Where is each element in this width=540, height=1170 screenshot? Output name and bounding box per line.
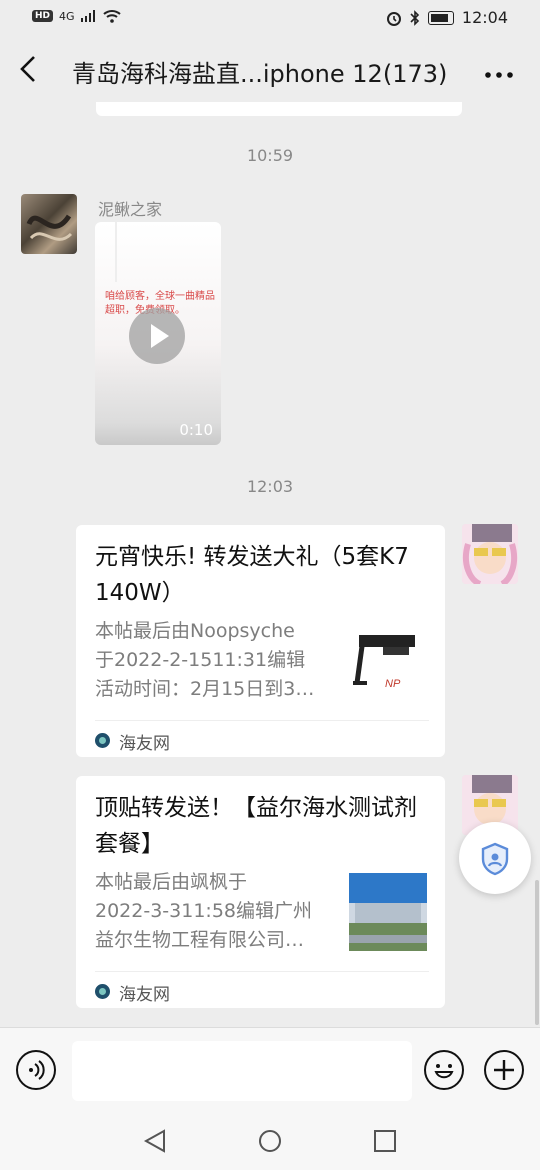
card-source: 海友网 <box>95 971 429 1008</box>
scrollbar[interactable] <box>535 880 539 1025</box>
bluetooth-icon <box>410 9 420 26</box>
security-float-button[interactable] <box>459 822 531 894</box>
back-button[interactable] <box>18 54 38 95</box>
source-icon <box>95 733 110 748</box>
card-description-line: 本帖最后由Noopsyche <box>95 620 295 642</box>
alarm-icon <box>386 11 401 26</box>
nav-recents-icon[interactable] <box>372 1128 398 1154</box>
shield-icon <box>481 842 509 876</box>
chevron-left-icon <box>20 56 35 82</box>
avatar-self[interactable] <box>462 524 518 584</box>
card-source: 海友网 <box>95 720 429 757</box>
card-description-line: 于2022-2-1511:31编辑 <box>95 649 306 671</box>
source-label: 海友网 <box>119 985 170 1005</box>
card-title: 顶贴转发送！【益尔海水测试剂套餐】 <box>95 795 417 857</box>
voice-icon <box>29 1060 45 1080</box>
source-icon <box>95 984 110 999</box>
card-description-line: 活动时间：2月15日到3… <box>95 678 315 700</box>
thumb-logo: NP <box>385 678 401 690</box>
sender-name: 泥鳅之家 <box>98 200 163 219</box>
clock: 12:04 <box>461 8 508 27</box>
system-navigation-bar <box>0 1112 540 1170</box>
building-image <box>349 873 427 951</box>
more-button[interactable] <box>484 50 514 90</box>
source-label: 海友网 <box>119 734 170 754</box>
avatar-nichu[interactable] <box>21 194 77 254</box>
message-input[interactable] <box>72 1041 412 1101</box>
nav-back-icon[interactable] <box>142 1128 168 1154</box>
signal-icon <box>80 10 95 22</box>
video-duration: 0:10 <box>179 421 213 439</box>
ellipsis-icon <box>485 72 513 78</box>
card-description-line: 2022-3-311:58编辑广州 <box>95 900 312 922</box>
plus-icon <box>494 1060 514 1080</box>
card-description-line: 本帖最后由飒枫于 <box>95 871 248 893</box>
card-description-line: 益尔生物工程有限公司… <box>95 929 305 951</box>
status-bar: HD 4G 12:04 <box>0 0 540 38</box>
emoji-button[interactable] <box>424 1050 464 1090</box>
signal-label: 4G <box>59 9 75 23</box>
link-card[interactable]: 元宵快乐! 转发送大礼（5套K7 140W） 本帖最后由Noopsyche 于2… <box>76 525 445 757</box>
avatar-image <box>462 524 518 584</box>
card-thumbnail: NP <box>349 625 427 703</box>
chat-title: 青岛海科海盐直...iphone 12(173) <box>72 60 448 88</box>
video-message[interactable]: 咱给顾客，全球一曲精品超职，免费领取。 0:10 <box>95 222 221 445</box>
card-thumbnail <box>349 873 427 951</box>
avatar-image <box>26 214 73 241</box>
more-functions-button[interactable] <box>484 1050 524 1090</box>
lamp-image: NP <box>349 625 427 703</box>
emoji-icon <box>434 1064 454 1079</box>
nav-home-icon[interactable] <box>257 1128 283 1154</box>
voice-button[interactable] <box>16 1050 56 1090</box>
chat-header: 青岛海科海盐直...iphone 12(173) <box>0 44 540 104</box>
timestamp: 10:59 <box>246 146 294 165</box>
network-badge: HD <box>32 10 54 22</box>
play-icon[interactable] <box>129 308 185 364</box>
card-title: 元宵快乐! 转发送大礼（5套K7 140W） <box>95 544 409 606</box>
wifi-icon <box>102 10 121 23</box>
link-card[interactable]: 顶贴转发送！【益尔海水测试剂套餐】 本帖最后由飒枫于 2022-3-311:58… <box>76 776 445 1008</box>
input-bar <box>0 1027 540 1113</box>
previous-message-card[interactable] <box>96 102 462 116</box>
battery-icon <box>427 10 454 25</box>
timestamp: 12:03 <box>246 477 294 496</box>
